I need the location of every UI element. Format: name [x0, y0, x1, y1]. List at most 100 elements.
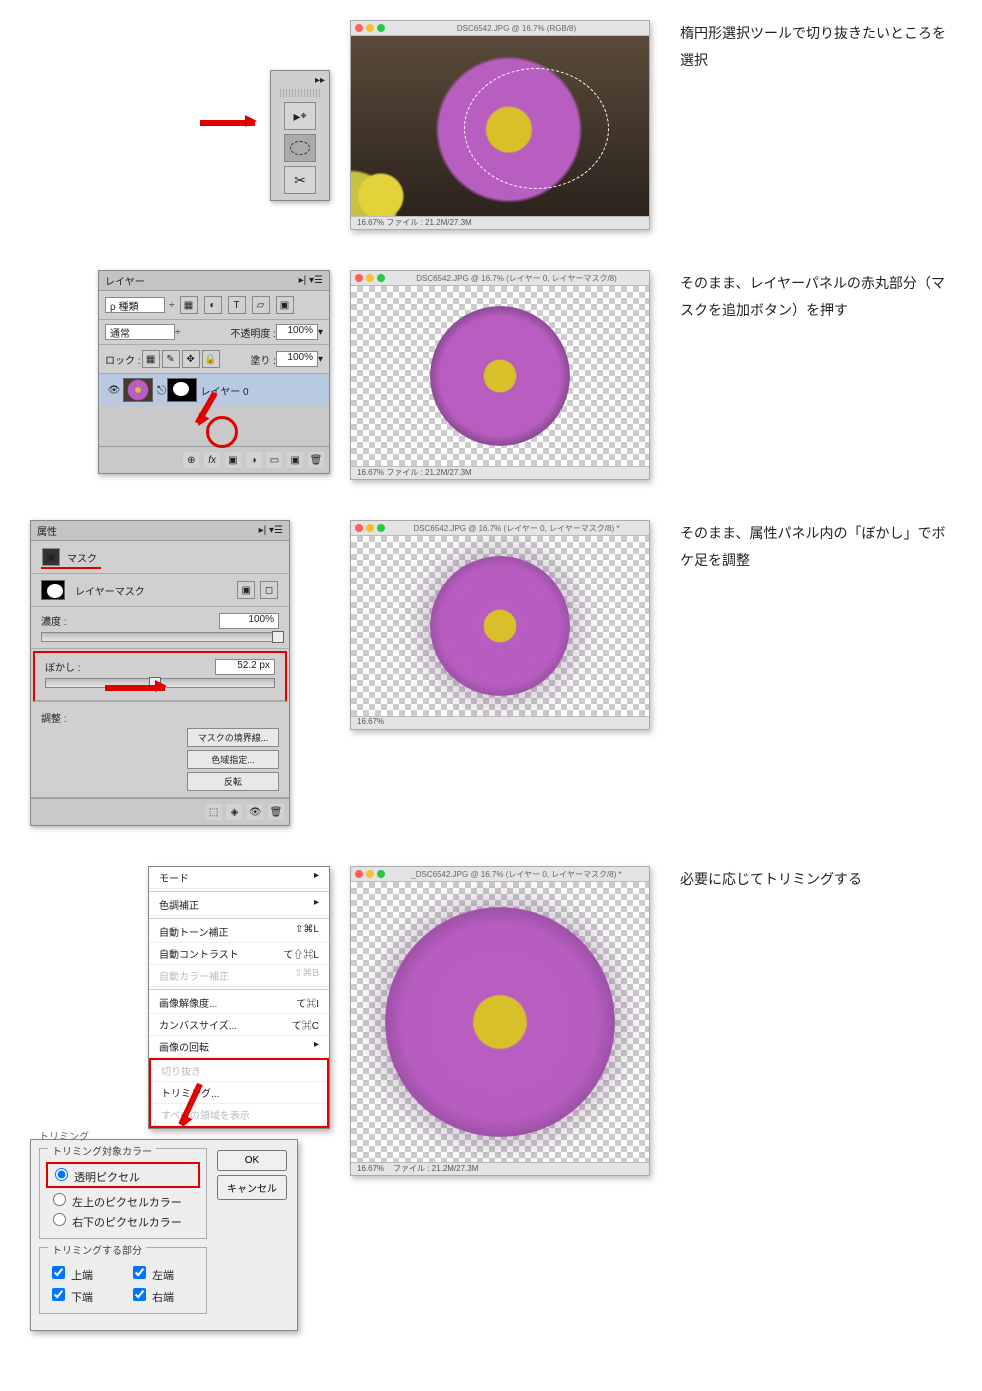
step1-caption: 楕円形選択ツールで切り抜きたいところを選択: [680, 20, 952, 73]
lock-all-icon[interactable]: 🔒: [202, 350, 220, 368]
close-icon[interactable]: [355, 24, 363, 32]
link-icon[interactable]: ⊕: [183, 452, 199, 468]
document-window: DSC6542.JPG @ 16.7% (レイヤー 0, レイヤーマスク/8) …: [350, 270, 650, 480]
close-icon[interactable]: [355, 870, 363, 878]
new-layer-icon[interactable]: ▣: [287, 452, 303, 468]
close-icon[interactable]: [355, 524, 363, 532]
menu-auto-color: 自動カラー補正⇧⌘B: [149, 965, 329, 987]
lock-pos-icon[interactable]: ✥: [182, 350, 200, 368]
feather-label: ぼかし :: [45, 659, 105, 674]
close-icon[interactable]: [355, 274, 363, 282]
properties-panel: 属性 ▸| ▾☰ ▣ マスク レイヤーマスク ▣ ◻ 濃度 : 100%: [30, 520, 290, 826]
feather-field[interactable]: 52.2 px: [215, 659, 275, 675]
disable-mask-icon[interactable]: 👁: [247, 804, 263, 820]
move-tool-icon[interactable]: ▸✥: [284, 102, 316, 130]
zoom-icon[interactable]: [377, 870, 385, 878]
pixel-mask-icon[interactable]: ▣: [237, 581, 255, 599]
mask-edge-button[interactable]: マスクの境界線...: [187, 728, 279, 747]
image-menu: モード▸ 色調補正▸ 自動トーン補正⇧⌘L 自動コントラストて⇧⌘L 自動カラー…: [148, 866, 330, 1129]
filter-adjust-icon[interactable]: ◐: [204, 296, 222, 314]
status-bar: 16.67% ファイル : 21.2M/27.3M: [351, 1162, 649, 1175]
radio-bottomright[interactable]: 右下のピクセルカラー: [48, 1210, 198, 1230]
tool-options-strip: ▸▸ ▸✥ ✂: [270, 70, 330, 201]
visibility-icon[interactable]: 👁: [106, 382, 122, 398]
mask-thumb[interactable]: [41, 580, 65, 600]
trash-icon[interactable]: 🗑: [308, 452, 324, 468]
group-icon[interactable]: ▭: [266, 452, 282, 468]
density-field[interactable]: 100%: [219, 613, 279, 629]
mask-tab-icon[interactable]: ▣: [42, 548, 60, 566]
filter-smart-icon[interactable]: ▣: [276, 296, 294, 314]
radio-transparent[interactable]: 透明ピクセル: [50, 1172, 140, 1184]
add-mask-button[interactable]: ▣: [225, 452, 241, 468]
opacity-field[interactable]: 100%: [276, 324, 318, 340]
vector-mask-icon[interactable]: ◻: [260, 581, 278, 599]
opacity-label: 不透明度 :: [230, 325, 276, 340]
image-canvas[interactable]: [351, 36, 649, 216]
filter-shape-icon[interactable]: ▱: [252, 296, 270, 314]
document-window: DSC6542.JPG @ 16.7% (RGB/8) 16.67% ファイル …: [350, 20, 650, 230]
elliptical-marquee-tool[interactable]: [284, 134, 316, 162]
blend-mode[interactable]: 通常: [105, 324, 175, 340]
chk-top[interactable]: 上端: [48, 1263, 117, 1283]
menu-image-size[interactable]: 画像解像度...て⌘I: [149, 992, 329, 1014]
menu-auto-tone[interactable]: 自動トーン補正⇧⌘L: [149, 921, 329, 943]
image-canvas[interactable]: [351, 286, 649, 466]
radio-topleft[interactable]: 左上のピクセルカラー: [48, 1190, 198, 1210]
menu-auto-contrast[interactable]: 自動コントラストて⇧⌘L: [149, 943, 329, 965]
minimize-icon[interactable]: [366, 274, 374, 282]
layer-thumb[interactable]: [123, 378, 153, 402]
chk-bottom[interactable]: 下端: [48, 1285, 117, 1305]
window-title: DSC6542.JPG @ 16.7% (レイヤー 0, レイヤーマスク/8) …: [388, 523, 645, 534]
zoom-icon[interactable]: [377, 524, 385, 532]
minimize-icon[interactable]: [366, 524, 374, 532]
menu-canvas-size[interactable]: カンバスサイズ...て⌘C: [149, 1014, 329, 1036]
minimize-icon[interactable]: [366, 870, 374, 878]
filter-type-icon[interactable]: T: [228, 296, 246, 314]
menu-crop: 切り抜き: [151, 1060, 327, 1082]
chk-right[interactable]: 右端: [129, 1285, 198, 1305]
zoom-icon[interactable]: [377, 274, 385, 282]
lock-paint-icon[interactable]: ✎: [162, 350, 180, 368]
menu-mode[interactable]: モード▸: [149, 867, 329, 889]
zoom-icon[interactable]: [377, 24, 385, 32]
cancel-button[interactable]: キャンセル: [217, 1175, 287, 1200]
trim-dialog: トリミング OK キャンセル トリミング対象カラー 透明ピクセル 左上のピクセル…: [30, 1139, 298, 1331]
ellipse-icon: [290, 141, 310, 155]
fx-icon[interactable]: fx: [204, 452, 220, 468]
apply-mask-icon[interactable]: ◈: [226, 804, 242, 820]
adjustment-icon[interactable]: ◑: [246, 452, 262, 468]
document-window: _DSC6542.JPG @ 16.7% (レイヤー 0, レイヤーマスク/8)…: [350, 866, 650, 1176]
layer-name[interactable]: レイヤー 0: [201, 383, 249, 398]
layer-row[interactable]: 👁 ⎋ レイヤー 0: [99, 374, 329, 406]
callout-arrow: [200, 120, 255, 126]
trim-basedon-legend: トリミング対象カラー: [48, 1147, 156, 1158]
lock-trans-icon[interactable]: ▦: [142, 350, 160, 368]
invert-button[interactable]: 反転: [187, 772, 279, 791]
callout-arrow: [105, 685, 165, 691]
minimize-icon[interactable]: [366, 24, 374, 32]
lasso-tool-icon[interactable]: ✂: [284, 166, 316, 194]
layers-footer: ⊕ fx ▣ ◑ ▭ ▣ 🗑: [99, 446, 329, 473]
trash-icon[interactable]: 🗑: [268, 804, 284, 820]
load-sel-icon[interactable]: ⬚: [206, 804, 222, 820]
dialog-title: トリミング: [39, 1128, 89, 1143]
step4-caption: 必要に応じてトリミングする: [680, 866, 952, 893]
mask-thumb[interactable]: [167, 378, 197, 402]
menu-adjustments[interactable]: 色調補正▸: [149, 894, 329, 916]
color-range-button[interactable]: 色域指定...: [187, 750, 279, 769]
ok-button[interactable]: OK: [217, 1150, 287, 1171]
image-canvas[interactable]: [351, 536, 649, 716]
window-title: DSC6542.JPG @ 16.7% (レイヤー 0, レイヤーマスク/8): [388, 273, 645, 284]
density-slider[interactable]: [41, 632, 279, 642]
panel-title: レイヤー: [105, 273, 145, 288]
filter-pixel-icon[interactable]: ▦: [180, 296, 198, 314]
marquee-selection: [464, 68, 609, 189]
window-title: DSC6542.JPG @ 16.7% (RGB/8): [388, 24, 645, 33]
menu-trim[interactable]: トリミング...: [151, 1082, 327, 1104]
chk-left[interactable]: 左端: [129, 1263, 198, 1283]
fill-field[interactable]: 100%: [276, 351, 318, 367]
image-canvas[interactable]: [351, 882, 649, 1162]
menu-rotate[interactable]: 画像の回転▸: [149, 1036, 329, 1058]
filter-type[interactable]: ρ 種類: [105, 297, 165, 313]
